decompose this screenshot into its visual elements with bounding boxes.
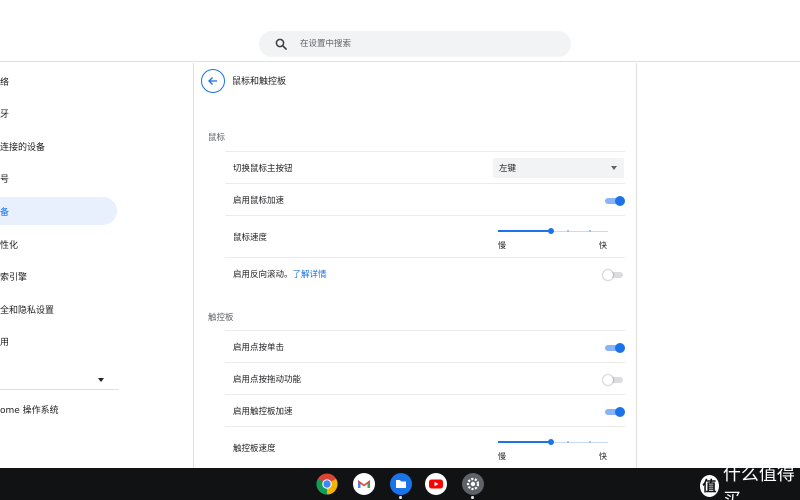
sidebar-item-apps[interactable]: 用 [0, 327, 117, 355]
reverse-scroll-toggle[interactable] [603, 269, 625, 280]
sidebar-item-security-privacy[interactable]: 全和隐私设置 [0, 295, 117, 323]
sidebar-item-chrome-os[interactable]: ome 操作系统 [0, 395, 117, 423]
chrome-icon[interactable] [316, 473, 338, 495]
sidebar-item-label: 号 [0, 174, 10, 185]
sidebar-item-label: 络 [0, 77, 10, 88]
tap-to-click-row: 启用点按单击 [225, 330, 625, 362]
mouse-acceleration-row: 启用鼠标加速 [225, 183, 625, 215]
learn-more-link[interactable]: 了解详情 [293, 270, 327, 280]
mouse-acceleration-label: 启用鼠标加速 [233, 196, 285, 206]
touchpad-speed-slider[interactable]: 慢 快 [498, 434, 610, 461]
primary-button-select[interactable]: 左键 [493, 158, 624, 178]
reverse-scroll-row: 启用反向滚动。了解详情 [225, 257, 625, 289]
slider-max-label: 快 [599, 452, 607, 461]
running-indicator [471, 496, 474, 499]
tap-dragging-label: 启用点按拖动功能 [233, 375, 302, 385]
search-icon [274, 37, 288, 51]
top-bar [0, 0, 800, 62]
touchpad-speed-row: 触控板速度 慢 快 [225, 426, 625, 468]
touchpad-speed-label: 触控板速度 [233, 444, 276, 454]
sidebar-item-label: 连接的设备 [0, 142, 46, 153]
swap-primary-button-row: 切换鼠标主按钮 左键 [225, 151, 625, 183]
slider-tick [589, 441, 591, 443]
files-icon[interactable] [390, 473, 412, 495]
slider-min-label: 慢 [498, 452, 506, 461]
slider-tick [542, 230, 544, 232]
reverse-scroll-label: 启用反向滚动。了解详情 [233, 270, 327, 280]
touchpad-acceleration-label: 启用触控板加速 [233, 407, 293, 417]
sidebar-item-connected-devices[interactable]: 连接的设备 [0, 132, 117, 160]
section-mouse: 鼠标 [208, 133, 226, 143]
mouse-speed-slider[interactable]: 慢 快 [498, 223, 610, 250]
search-input[interactable] [300, 39, 540, 49]
watermark: 值 什么值得买 [700, 460, 800, 500]
mouse-acceleration-toggle[interactable] [603, 195, 625, 206]
sidebar-divider [0, 389, 119, 390]
sidebar: 络 牙 连接的设备 号 备 性化 索引擎 全和隐私设置 用 ome 操作系统 [0, 63, 192, 468]
search-box[interactable] [259, 31, 571, 57]
slider-tick [520, 441, 522, 443]
tap-dragging-toggle[interactable] [603, 374, 625, 385]
sidebar-item-search-engine[interactable]: 索引擎 [0, 262, 117, 290]
primary-button-value: 左键 [499, 164, 517, 174]
sidebar-item-device[interactable]: 备 [0, 197, 117, 225]
sidebar-item-label: 牙 [0, 109, 10, 120]
sidebar-item-personalization[interactable]: 性化 [0, 230, 117, 258]
sidebar-item-label: 备 [0, 207, 10, 218]
sidebar-item-label: 全和隐私设置 [0, 305, 55, 316]
advanced-expand-icon[interactable] [97, 369, 105, 382]
tap-to-click-toggle[interactable] [603, 342, 625, 353]
settings-page: 络 牙 连接的设备 号 备 性化 索引擎 全和隐私设置 用 ome 操作系统 鼠… [0, 63, 800, 468]
sidebar-item-label: 索引擎 [0, 272, 28, 283]
swap-primary-button-label: 切换鼠标主按钮 [233, 164, 293, 174]
sidebar-item-accounts[interactable]: 号 [0, 164, 117, 192]
watermark-text: 什么值得买 [722, 464, 795, 500]
section-touchpad: 触控板 [208, 313, 234, 323]
settings-card: 鼠标和触控板 鼠标 切换鼠标主按钮 左键 启用鼠标加速 鼠标速度 慢 快 启用反… [193, 63, 637, 468]
sidebar-item-bluetooth[interactable]: 牙 [0, 99, 117, 127]
slider-min-label: 慢 [498, 241, 506, 250]
sidebar-item-network[interactable]: 络 [0, 67, 117, 95]
page-title: 鼠标和触控板 [232, 77, 287, 87]
dropdown-caret-icon [611, 166, 617, 170]
slider-max-label: 快 [599, 241, 607, 250]
slider-tick [520, 230, 522, 232]
slider-tick [567, 441, 569, 443]
slider-tick [542, 441, 544, 443]
settings-icon[interactable] [462, 473, 484, 495]
back-button[interactable] [201, 69, 225, 93]
tap-dragging-row: 启用点按拖动功能 [225, 362, 625, 394]
slider-tick [567, 230, 569, 232]
mouse-speed-row: 鼠标速度 慢 快 [225, 215, 625, 257]
touchpad-acceleration-row: 启用触控板加速 [225, 394, 625, 426]
watermark-badge: 值 [700, 475, 719, 497]
sidebar-item-label: 性化 [0, 240, 19, 251]
shelf [0, 468, 800, 500]
sidebar-item-label: ome 操作系统 [0, 405, 59, 416]
touchpad-acceleration-toggle[interactable] [603, 406, 625, 417]
slider-tick [589, 230, 591, 232]
mouse-speed-label: 鼠标速度 [233, 233, 268, 243]
arrow-back-icon [207, 72, 219, 91]
sidebar-item-label: 用 [0, 337, 10, 348]
gmail-icon[interactable] [353, 473, 375, 495]
youtube-icon[interactable] [425, 473, 447, 495]
tap-to-click-label: 启用点按单击 [233, 343, 285, 353]
running-indicator [399, 496, 402, 499]
